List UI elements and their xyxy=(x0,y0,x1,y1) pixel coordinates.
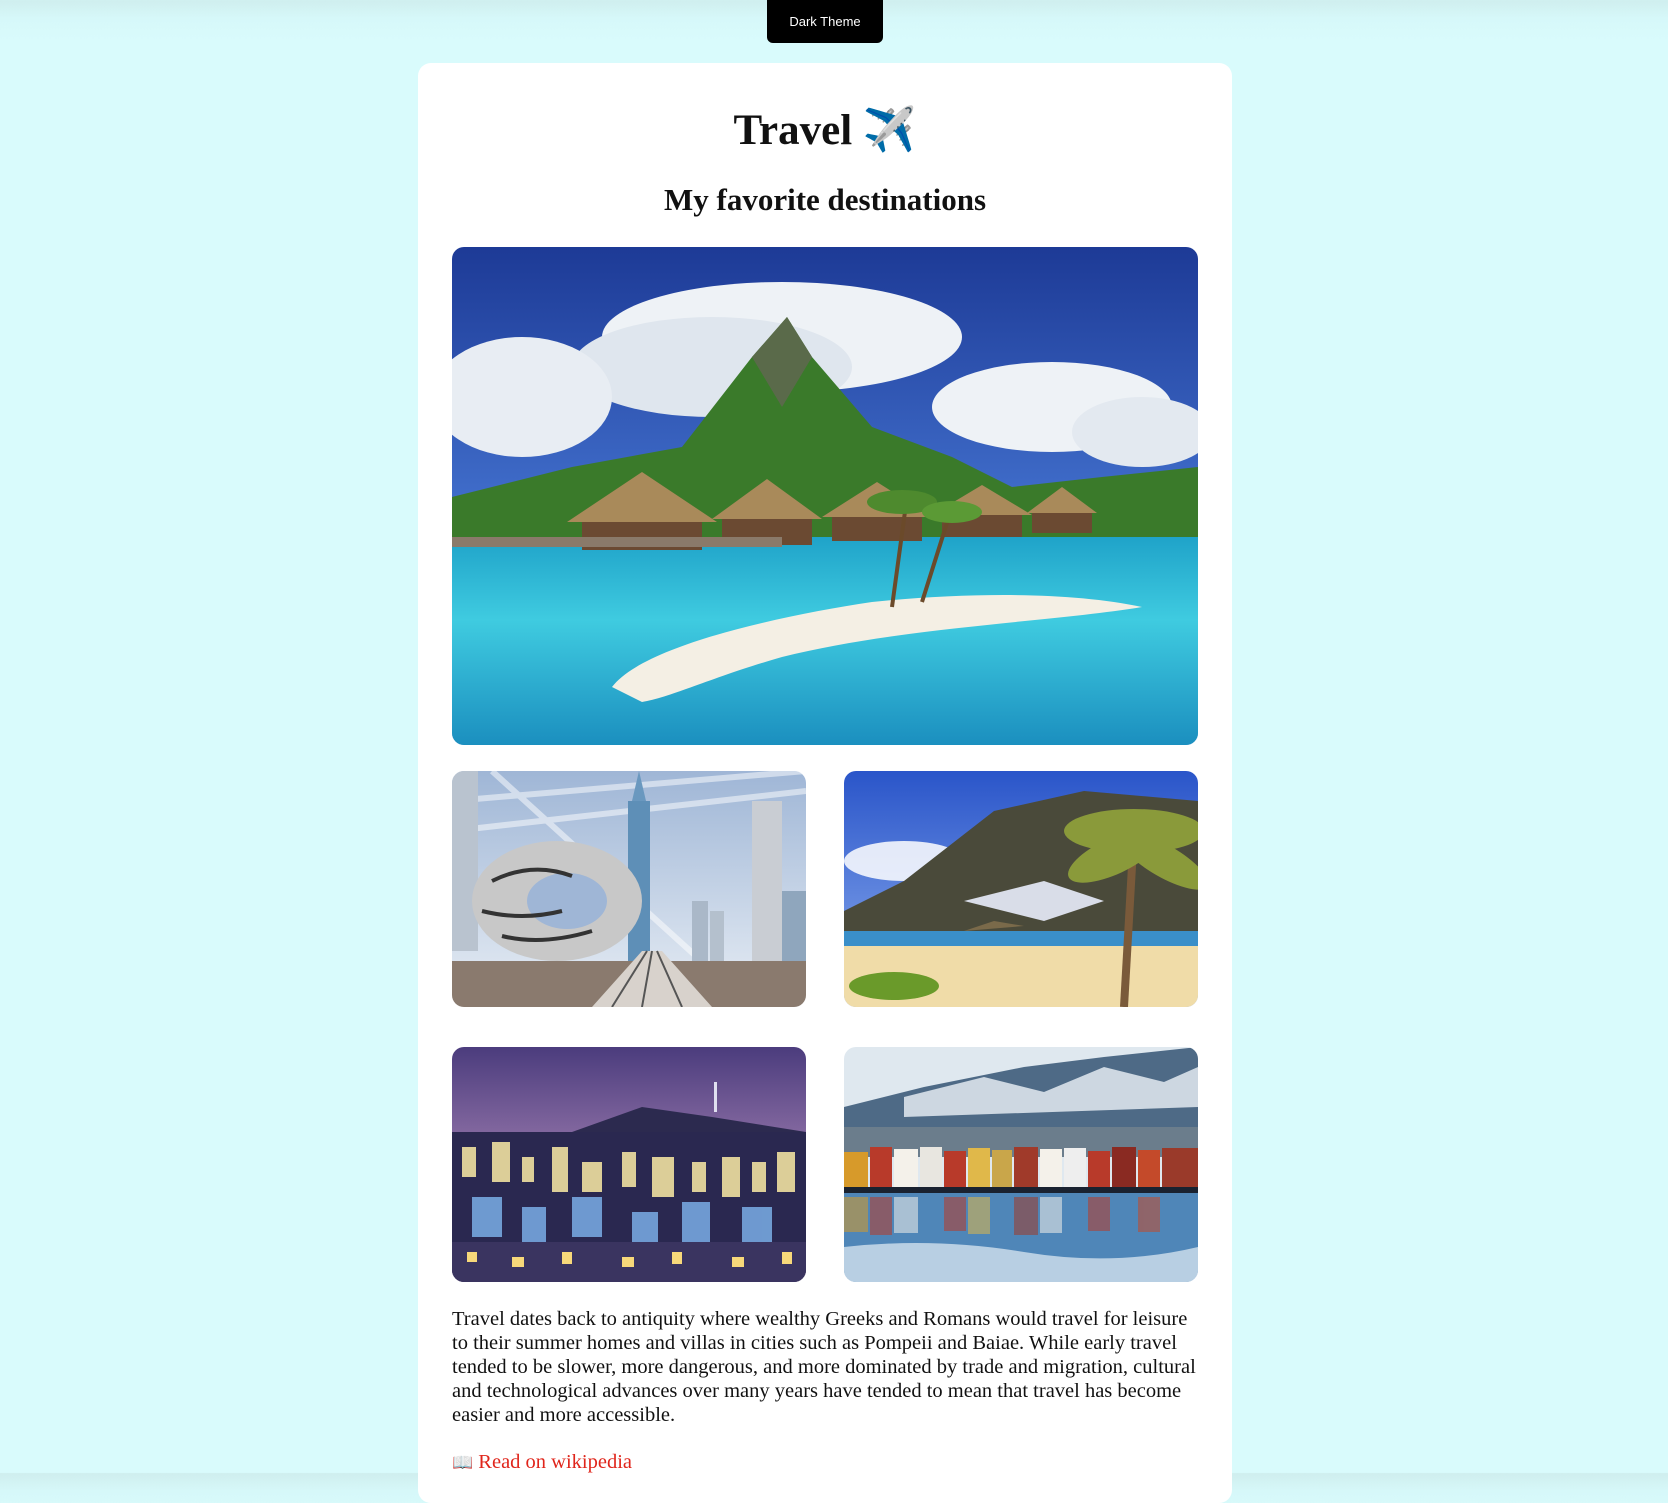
airplane-icon: ✈️ xyxy=(862,107,917,154)
island-main-image xyxy=(452,247,1198,745)
seoul-image xyxy=(452,1047,806,1282)
page-title-text: Travel xyxy=(733,107,853,154)
bergen-image xyxy=(844,1047,1198,1282)
book-icon: 📖 xyxy=(452,1453,474,1473)
wikipedia-link-row: 📖 Read on wikipedia xyxy=(452,1451,632,1474)
content-card: Travel ✈️ My favorite destinations Trave… xyxy=(418,63,1232,1503)
read-on-wikipedia-link[interactable]: Read on wikipedia xyxy=(478,1451,632,1473)
dubai-image xyxy=(452,771,806,1007)
description-paragraph: Travel dates back to antiquity where wea… xyxy=(452,1308,1196,1426)
page-subtitle: My favorite destinations xyxy=(663,182,987,217)
dark-theme-button[interactable]: Dark Theme xyxy=(767,0,883,43)
page-title: Travel ✈️ xyxy=(418,105,1232,157)
beach-village-image xyxy=(844,771,1198,1007)
